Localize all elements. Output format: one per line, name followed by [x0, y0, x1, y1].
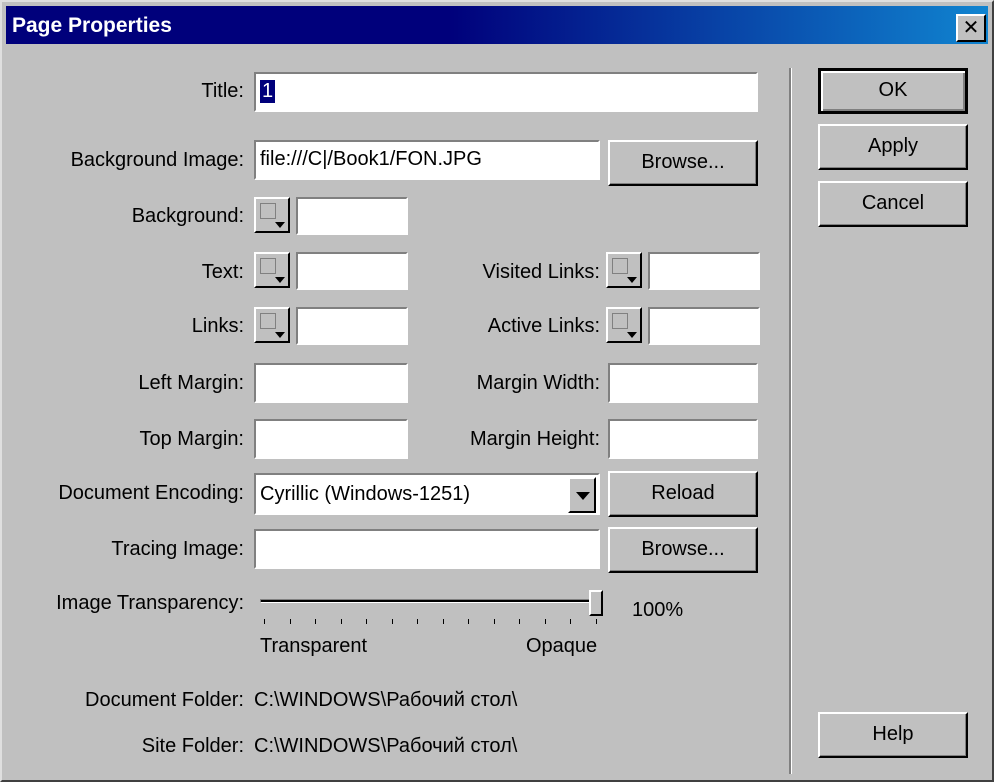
visited-links-label: Visited Links: — [482, 261, 600, 283]
chevron-down-icon — [275, 332, 285, 338]
chevron-down-icon — [627, 332, 637, 338]
left-margin-input[interactable] — [254, 363, 408, 403]
color-swatch-icon — [612, 313, 628, 329]
vertical-separator — [789, 68, 792, 774]
cancel-button[interactable]: Cancel — [818, 181, 968, 227]
title-bar[interactable]: Page Properties ✕ — [6, 6, 988, 44]
apply-button[interactable]: Apply — [818, 124, 968, 170]
text-color-label: Text: — [201, 261, 244, 283]
background-image-input[interactable]: file:///C|/Book1/FON.JPG — [254, 140, 600, 180]
document-encoding-value: Cyrillic (Windows-1251) — [260, 483, 471, 505]
slider-max-label: Opaque — [526, 635, 598, 657]
title-input[interactable]: 1 — [254, 72, 758, 112]
text-color-picker[interactable] — [254, 252, 290, 288]
image-transparency-label: Image Transparency: — [56, 592, 244, 614]
links-color-label: Links: — [191, 315, 244, 337]
slider-tick — [315, 619, 316, 624]
chevron-down-icon — [275, 277, 285, 283]
slider-tick — [417, 619, 418, 624]
visited-links-color-picker[interactable] — [606, 252, 642, 288]
margin-width-label: Margin Width: — [476, 372, 600, 394]
slider-tick — [519, 619, 520, 624]
color-swatch-icon — [260, 258, 276, 274]
links-color-picker[interactable] — [254, 307, 290, 343]
encoding-dropdown-button[interactable] — [568, 477, 596, 513]
slider-tick — [366, 619, 367, 624]
active-links-color-input[interactable] — [648, 307, 760, 345]
chevron-down-icon — [275, 222, 285, 228]
browse-background-label: Browse... — [641, 151, 725, 173]
color-swatch-icon — [612, 258, 628, 274]
background-image-value: file:///C|/Book1/FON.JPG — [260, 148, 482, 170]
text-color-input[interactable] — [296, 252, 408, 290]
background-color-picker[interactable] — [254, 197, 290, 233]
slider-tick — [290, 619, 291, 624]
slider-tick — [468, 619, 469, 624]
ok-label: OK — [878, 79, 908, 101]
site-folder-label: Site Folder: — [141, 735, 244, 757]
background-label: Background: — [131, 205, 244, 227]
left-margin-label: Left Margin: — [138, 372, 244, 394]
slider-tick — [392, 619, 393, 624]
color-swatch-icon — [260, 313, 276, 329]
slider-tick — [494, 619, 495, 624]
background-color-input[interactable] — [296, 197, 408, 235]
close-icon: ✕ — [962, 15, 980, 39]
slider-tick — [443, 619, 444, 624]
close-button[interactable]: ✕ — [956, 14, 986, 42]
visited-links-color-input[interactable] — [648, 252, 760, 290]
margin-height-label: Margin Height: — [469, 428, 600, 450]
slider-tick — [264, 619, 265, 624]
cancel-label: Cancel — [861, 192, 925, 214]
title-label: Title: — [201, 80, 244, 102]
help-label: Help — [872, 723, 914, 745]
document-folder-value: C:\WINDOWS\Рабочий стол\ — [254, 689, 518, 711]
top-margin-label: Top Margin: — [139, 428, 245, 450]
page-properties-dialog: Page Properties ✕ Title: 1 Background Im… — [0, 0, 994, 782]
browse-tracing-button[interactable]: Browse... — [608, 527, 758, 573]
transparency-slider-track[interactable] — [260, 599, 600, 603]
slider-tick — [545, 619, 546, 624]
document-encoding-label: Document Encoding: — [58, 482, 244, 504]
transparency-slider-thumb[interactable] — [589, 590, 603, 616]
slider-tick — [341, 619, 342, 624]
margin-height-input[interactable] — [608, 419, 758, 459]
reload-button[interactable]: Reload — [608, 471, 758, 517]
tracing-image-label: Tracing Image: — [111, 538, 244, 560]
links-color-input[interactable] — [296, 307, 408, 345]
help-button[interactable]: Help — [818, 712, 968, 758]
active-links-label: Active Links: — [487, 315, 600, 337]
active-links-color-picker[interactable] — [606, 307, 642, 343]
chevron-down-icon — [576, 492, 590, 500]
slider-tick — [570, 619, 571, 624]
window-title: Page Properties — [12, 14, 172, 37]
ok-button[interactable]: OK — [818, 68, 968, 114]
transparency-value: 100% — [632, 599, 684, 621]
slider-tick — [596, 619, 597, 624]
margin-width-input[interactable] — [608, 363, 758, 403]
reload-label: Reload — [651, 482, 715, 504]
document-folder-label: Document Folder: — [85, 689, 244, 711]
browse-tracing-label: Browse... — [641, 538, 725, 560]
slider-min-label: Transparent — [260, 635, 368, 657]
chevron-down-icon — [627, 277, 637, 283]
site-folder-value: C:\WINDOWS\Рабочий стол\ — [254, 735, 518, 757]
top-margin-input[interactable] — [254, 419, 408, 459]
apply-label: Apply — [867, 135, 919, 157]
title-input-value: 1 — [260, 80, 276, 103]
background-image-label: Background Image: — [70, 149, 244, 171]
tracing-image-input[interactable] — [254, 529, 600, 569]
browse-background-button[interactable]: Browse... — [608, 140, 758, 186]
color-swatch-icon — [260, 203, 276, 219]
document-encoding-select[interactable]: Cyrillic (Windows-1251) — [254, 473, 600, 515]
